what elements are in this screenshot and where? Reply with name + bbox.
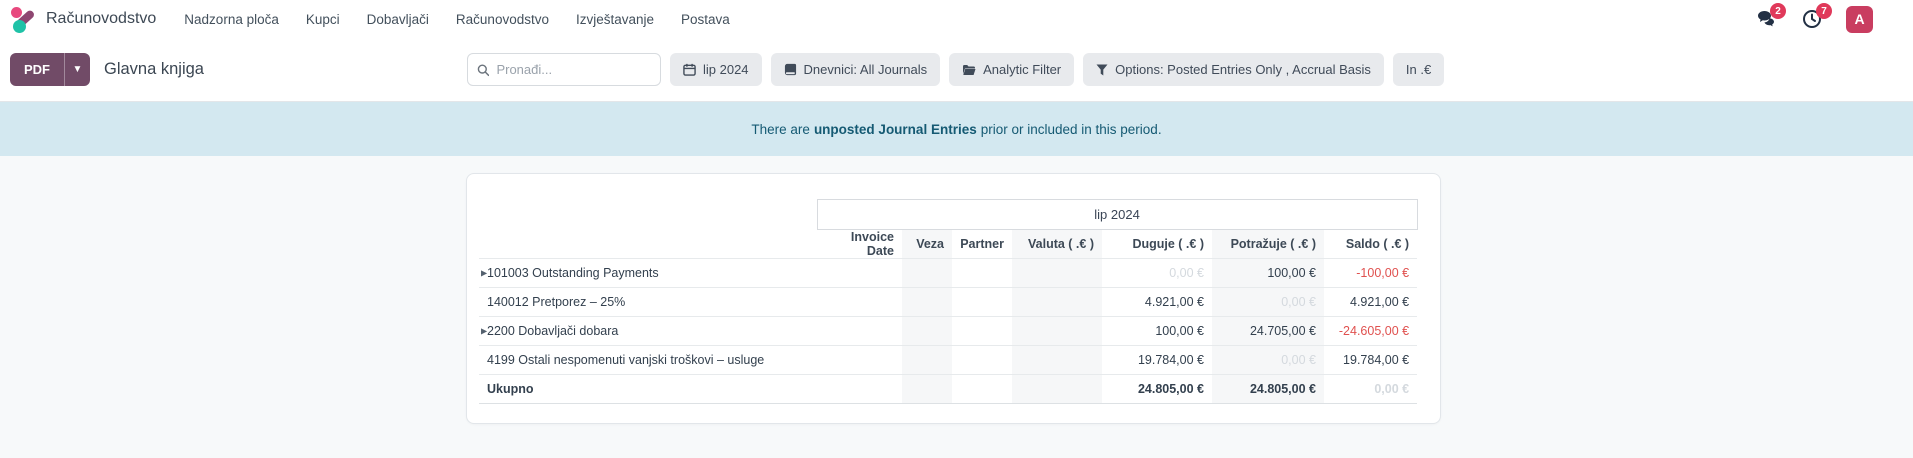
menu-item-settings[interactable]: Postava (681, 12, 730, 27)
journals-filter-label: Dnevnici: All Journals (804, 62, 928, 77)
search-input[interactable] (496, 62, 651, 77)
folder-icon (962, 64, 976, 76)
analytic-filter-button[interactable]: Analytic Filter (949, 53, 1074, 86)
credit-value: 24.705,00 € (1212, 317, 1324, 346)
col-valuta: Valuta ( .€ ) (1012, 230, 1102, 259)
banner-text-bold[interactable]: unposted Journal Entries (814, 122, 977, 137)
activities-badge: 7 (1816, 3, 1832, 19)
report-toolbar: PDF ▼ Glavna knjiga lip 2024 Dnevnici: A… (0, 38, 1913, 102)
banner-text-suffix: prior or included in this period. (981, 122, 1162, 137)
currency-filter-button[interactable]: In .€ (1393, 53, 1444, 86)
col-potrazuje: Potražuje ( .€ ) (1212, 230, 1324, 259)
debit-value: 19.784,00 € (1102, 346, 1212, 375)
messages-icon[interactable]: 2 (1754, 7, 1778, 31)
search-icon (477, 63, 489, 77)
expand-caret-icon[interactable]: ▶ (481, 269, 487, 278)
account-name[interactable]: 140012 Pretporez – 25% (487, 295, 625, 309)
filter-chips: lip 2024 Dnevnici: All Journals Analytic… (670, 53, 1444, 86)
col-partner: Partner (952, 230, 1012, 259)
top-navbar: Računovodstvo Nadzorna ploča Kupci Dobav… (0, 0, 1913, 38)
credit-value: 100,00 € (1212, 259, 1324, 288)
calendar-icon (683, 63, 696, 76)
debit-value: 0,00 € (1102, 259, 1212, 288)
col-invoice-date: Invoice Date (817, 230, 902, 259)
total-debit: 24.805,00 € (1102, 375, 1212, 404)
balance-value: -24.605,00 € (1324, 317, 1417, 346)
col-veza: Veza (902, 230, 952, 259)
pdf-split-button: PDF ▼ (10, 53, 90, 86)
account-name[interactable]: 2200 Dobavljači dobara (487, 324, 618, 338)
app-name[interactable]: Računovodstvo (46, 10, 156, 28)
banner-text-prefix: There are (751, 122, 810, 137)
search-box[interactable] (467, 53, 661, 86)
debit-value: 4.921,00 € (1102, 288, 1212, 317)
app-logo-icon[interactable] (10, 6, 37, 33)
debit-value: 100,00 € (1102, 317, 1212, 346)
credit-value: 0,00 € (1212, 346, 1324, 375)
analytic-filter-label: Analytic Filter (983, 62, 1061, 77)
credit-value: 0,00 € (1212, 288, 1324, 317)
user-avatar[interactable]: A (1846, 6, 1873, 33)
menu-item-dashboard[interactable]: Nadzorna ploča (184, 12, 279, 27)
menu-item-customers[interactable]: Kupci (306, 12, 340, 27)
date-filter-label: lip 2024 (703, 62, 749, 77)
account-row[interactable]: ▶2200 Dobavljači dobara 100,00 € 24.705,… (479, 317, 1417, 346)
expand-caret-icon[interactable]: ▶ (481, 327, 487, 336)
main-menu: Nadzorna ploča Kupci Dobavljači Računovo… (184, 12, 730, 27)
account-name[interactable]: 4199 Ostali nespomenuti vanjski troškovi… (487, 353, 764, 367)
col-duguje: Duguje ( .€ ) (1102, 230, 1212, 259)
currency-filter-label: In .€ (1406, 62, 1431, 77)
menu-item-vendors[interactable]: Dobavljači (367, 12, 429, 27)
total-label: Ukupno (487, 382, 534, 396)
pdf-button[interactable]: PDF (10, 53, 64, 86)
total-credit: 24.805,00 € (1212, 375, 1324, 404)
activities-icon[interactable]: 7 (1800, 7, 1824, 31)
journals-filter-button[interactable]: Dnevnici: All Journals (771, 53, 941, 86)
menu-item-accounting[interactable]: Računovodstvo (456, 12, 549, 27)
total-row: Ukupno 24.805,00 € 24.805,00 € 0,00 € (479, 375, 1417, 404)
column-header-row: Invoice Date Veza Partner Valuta ( .€ ) … (479, 230, 1417, 259)
menu-item-reporting[interactable]: Izvještavanje (576, 12, 654, 27)
general-ledger-card: lip 2024 Invoice Date Veza Partner Valut… (466, 173, 1441, 424)
page-title: Glavna knjiga (104, 60, 204, 79)
col-saldo: Saldo ( .€ ) (1324, 230, 1417, 259)
balance-value: -100,00 € (1324, 259, 1417, 288)
messages-badge: 2 (1770, 3, 1786, 19)
unposted-entries-banner: There are unposted Journal Entries prior… (0, 102, 1913, 156)
date-filter-button[interactable]: lip 2024 (670, 53, 762, 86)
account-row[interactable]: 4199 Ostali nespomenuti vanjski troškovi… (479, 346, 1417, 375)
funnel-icon (1096, 64, 1108, 76)
account-name[interactable]: 101003 Outstanding Payments (487, 266, 659, 280)
period-header: lip 2024 (817, 200, 1417, 230)
journal-icon (784, 63, 797, 76)
balance-value: 4.921,00 € (1324, 288, 1417, 317)
options-filter-label: Options: Posted Entries Only , Accrual B… (1115, 62, 1371, 77)
balance-value: 19.784,00 € (1324, 346, 1417, 375)
total-balance: 0,00 € (1324, 375, 1417, 404)
navbar-systray: 2 7 A (1754, 6, 1897, 33)
pdf-dropdown-button[interactable]: ▼ (64, 53, 90, 86)
period-header-row: lip 2024 (479, 200, 1417, 230)
general-ledger-table: lip 2024 Invoice Date Veza Partner Valut… (479, 199, 1418, 404)
options-filter-button[interactable]: Options: Posted Entries Only , Accrual B… (1083, 53, 1384, 86)
account-row[interactable]: ▶101003 Outstanding Payments 0,00 € 100,… (479, 259, 1417, 288)
account-row[interactable]: 140012 Pretporez – 25% 4.921,00 € 0,00 €… (479, 288, 1417, 317)
